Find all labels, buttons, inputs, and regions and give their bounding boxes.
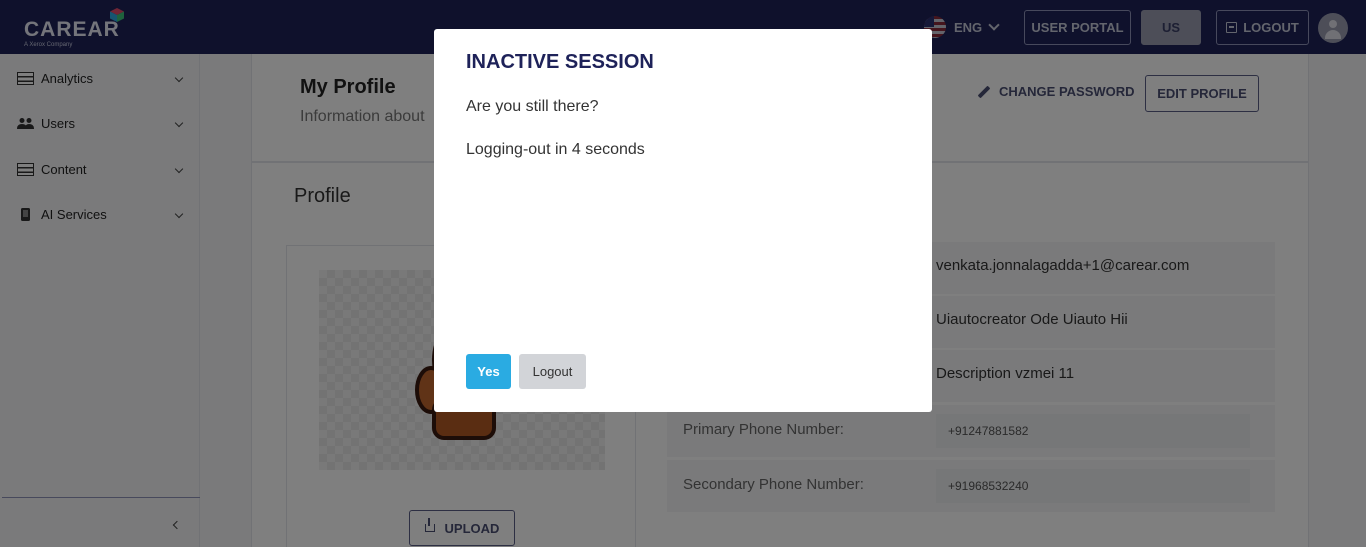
dialog-question: Are you still there? <box>466 98 599 115</box>
yes-button[interactable]: Yes <box>466 354 511 389</box>
dialog-countdown: Logging-out in 4 seconds <box>466 141 645 158</box>
dialog-logout-button[interactable]: Logout <box>519 354 586 389</box>
inactive-session-dialog: INACTIVE SESSION Are you still there? Lo… <box>434 29 932 412</box>
dialog-title: INACTIVE SESSION <box>466 51 654 73</box>
